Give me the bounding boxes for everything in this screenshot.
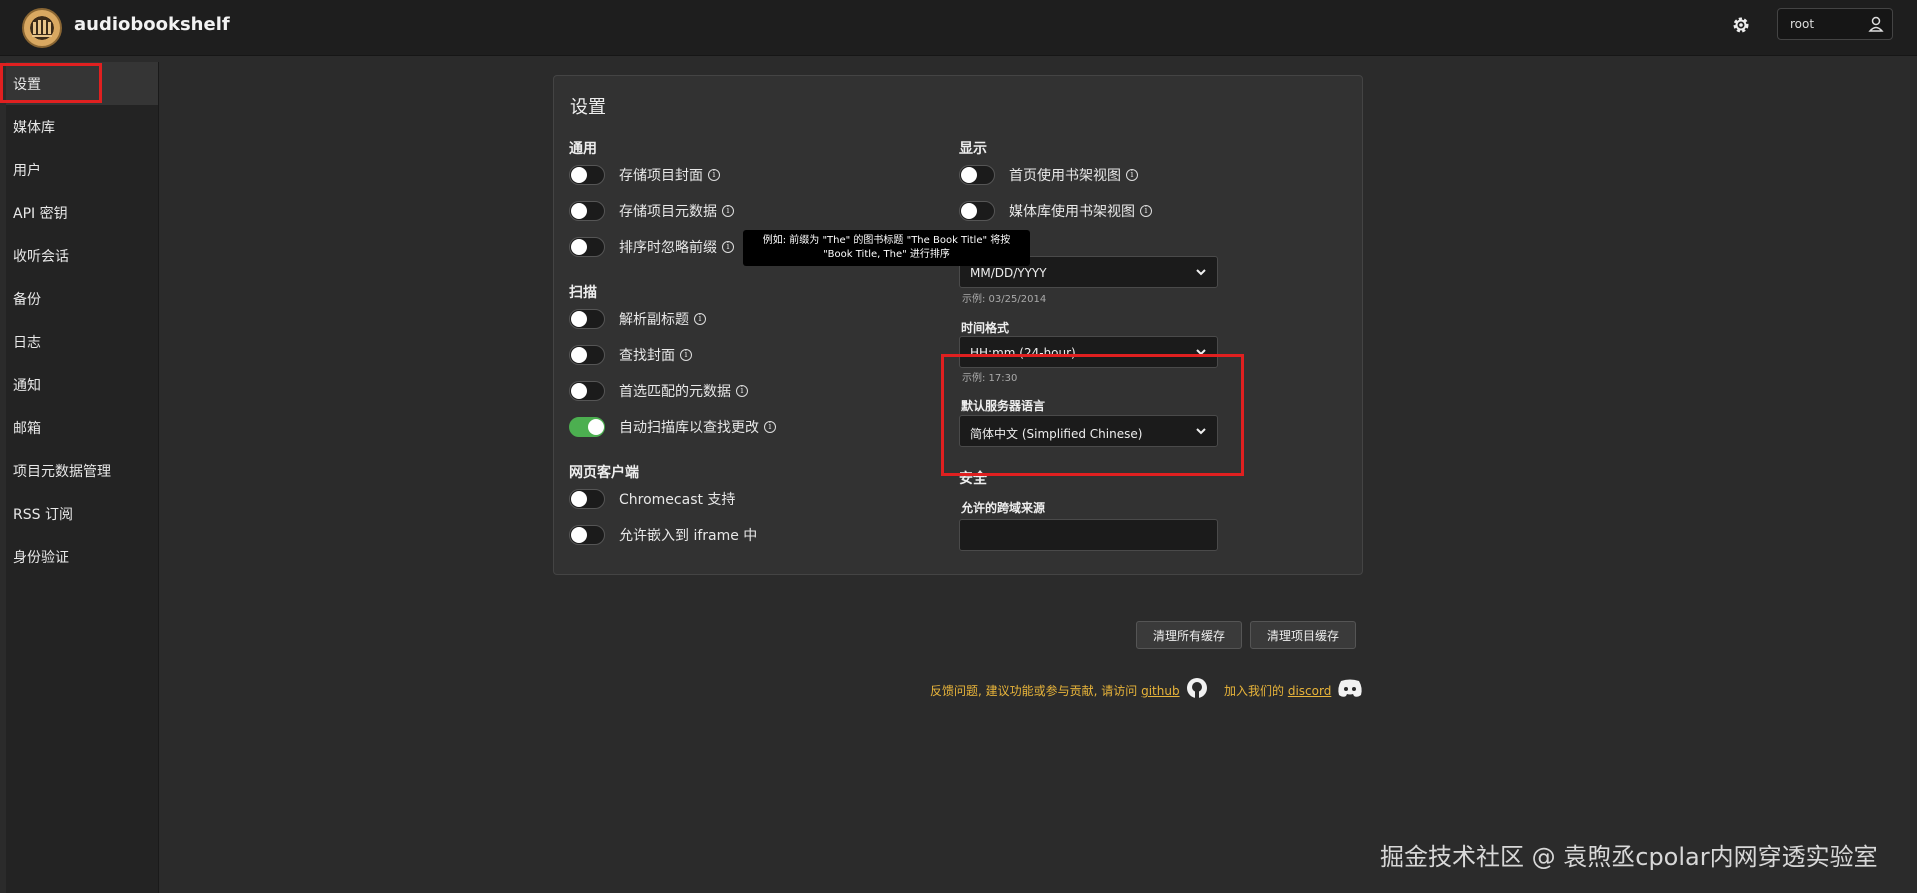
sidebar-item-item-metadata[interactable]: 项目元数据管理 — [6, 449, 158, 492]
gear-icon[interactable] — [1727, 11, 1755, 39]
setting-label: 允许嵌入到 iframe 中 — [619, 528, 758, 544]
github-link[interactable]: github — [1141, 684, 1179, 698]
time-format-label: 时间格式 — [961, 321, 1010, 335]
setting-label: 媒体库使用书架视图 — [1009, 204, 1135, 220]
toggle-chromecast[interactable] — [569, 489, 605, 509]
toggle-auto-scan[interactable] — [569, 417, 605, 437]
info-icon[interactable]: i — [764, 421, 776, 433]
info-icon[interactable]: i — [708, 169, 720, 181]
footer-feedback-text: 反馈问题, 建议功能或参与贡献, 请访问 — [930, 684, 1138, 698]
sidebar-item-api-keys[interactable]: API 密钥 — [6, 191, 158, 234]
setting-library-bookshelf: 媒体库使用书架视图 i — [959, 200, 1152, 222]
setting-parse-subtitles: 解析副标题 i — [569, 308, 706, 330]
setting-label: Chromecast 支持 — [619, 492, 736, 508]
toggle-ignore-prefix[interactable] — [569, 237, 605, 257]
info-icon[interactable]: i — [680, 349, 692, 361]
footer-feedback: 反馈问题, 建议功能或参与贡献, 请访问 github — [930, 682, 1180, 699]
setting-store-cover: 存储项目封面 i — [569, 164, 720, 186]
setting-store-metadata: 存储项目元数据 i — [569, 200, 734, 222]
page-title: 设置 — [570, 97, 606, 118]
section-heading-scan: 扫描 — [569, 285, 597, 301]
footer-discord-text: 加入我们的 — [1224, 684, 1285, 698]
setting-allow-iframe: 允许嵌入到 iframe 中 — [569, 524, 757, 546]
sidebar-item-email[interactable]: 邮箱 — [6, 406, 158, 449]
cors-origins-input[interactable] — [959, 519, 1218, 551]
user-icon — [1868, 15, 1884, 37]
date-format-value: MM/DD/YYYY — [970, 266, 1047, 280]
purge-all-cache-button[interactable]: 清理所有缓存 — [1136, 621, 1242, 649]
setting-label: 排序时忽略前缀 — [619, 240, 717, 256]
date-format-example: 示例: 03/25/2014 — [962, 294, 1047, 305]
setting-prefer-matched-metadata: 首选匹配的元数据 i — [569, 380, 748, 402]
discord-link[interactable]: discord — [1288, 684, 1331, 698]
setting-label: 首选匹配的元数据 — [619, 384, 731, 400]
cors-label: 允许的跨域来源 — [961, 501, 1046, 515]
setting-chromecast: Chromecast 支持 — [569, 488, 735, 510]
ignore-prefix-tooltip: 例如: 前缀为 "The" 的图书标题 "The Book Title" 将按 … — [743, 230, 1030, 266]
toggle-find-covers[interactable] — [569, 345, 605, 365]
setting-label: 存储项目元数据 — [619, 204, 717, 220]
setting-label: 存储项目封面 — [619, 168, 703, 184]
toggle-home-bookshelf[interactable] — [959, 165, 995, 185]
setting-label: 自动扫描库以查找更改 — [619, 420, 759, 436]
app-logo-icon[interactable] — [22, 8, 62, 48]
sidebar-item-backups[interactable]: 备份 — [6, 277, 158, 320]
info-icon[interactable]: i — [722, 241, 734, 253]
app-title[interactable]: audiobookshelf — [74, 14, 230, 35]
toggle-prefer-matched-metadata[interactable] — [569, 381, 605, 401]
sidebar-item-authentication[interactable]: 身份验证 — [6, 535, 158, 578]
sidebar-item-notifications[interactable]: 通知 — [6, 363, 158, 406]
top-bar: audiobookshelf root — [0, 0, 1917, 56]
setting-auto-scan: 自动扫描库以查找更改 i — [569, 416, 776, 438]
toggle-library-bookshelf[interactable] — [959, 201, 995, 221]
setting-label: 首页使用书架视图 — [1009, 168, 1121, 184]
setting-label: 解析副标题 — [619, 312, 689, 328]
section-heading-display: 显示 — [959, 141, 987, 157]
setting-find-covers: 查找封面 i — [569, 344, 692, 366]
section-heading-general: 通用 — [569, 141, 597, 157]
toggle-store-metadata[interactable] — [569, 201, 605, 221]
info-icon[interactable]: i — [694, 313, 706, 325]
sidebar-item-logs[interactable]: 日志 — [6, 320, 158, 363]
setting-label: 查找封面 — [619, 348, 675, 364]
toggle-allow-iframe[interactable] — [569, 525, 605, 545]
sidebar-item-rss-feeds[interactable]: RSS 订阅 — [6, 492, 158, 535]
user-menu-button[interactable]: root — [1777, 8, 1893, 40]
setting-ignore-prefix: 排序时忽略前缀 i — [569, 236, 734, 258]
watermark: 掘金技术社区 @ 袁煦丞cpolar内网穿透实验室 — [1380, 843, 1878, 871]
info-icon[interactable]: i — [1140, 205, 1152, 217]
toggle-parse-subtitles[interactable] — [569, 309, 605, 329]
sidebar-item-libraries[interactable]: 媒体库 — [6, 105, 158, 148]
info-icon[interactable]: i — [722, 205, 734, 217]
highlight-box-language — [941, 354, 1244, 476]
section-heading-web-client: 网页客户端 — [569, 465, 639, 481]
username: root — [1790, 17, 1815, 31]
highlight-box-settings — [0, 63, 102, 103]
info-icon[interactable]: i — [1126, 169, 1138, 181]
settings-panel: 设置 通用 存储项目封面 i 存储项目元数据 i 排序时忽略前缀 i 扫描 解析… — [553, 75, 1363, 575]
purge-items-cache-button[interactable]: 清理项目缓存 — [1250, 621, 1356, 649]
footer-discord: 加入我们的 discord — [1224, 682, 1331, 699]
sidebar-item-users[interactable]: 用户 — [6, 148, 158, 191]
github-icon[interactable] — [1186, 677, 1208, 703]
sidebar: 设置 媒体库 用户 API 密钥 收听会话 备份 日志 通知 邮箱 项目元数据管… — [6, 62, 159, 893]
sidebar-item-listening-sessions[interactable]: 收听会话 — [6, 234, 158, 277]
info-icon[interactable]: i — [736, 385, 748, 397]
chevron-down-icon — [1195, 266, 1207, 281]
toggle-store-cover[interactable] — [569, 165, 605, 185]
setting-home-bookshelf: 首页使用书架视图 i — [959, 164, 1138, 186]
discord-icon[interactable] — [1336, 678, 1364, 702]
